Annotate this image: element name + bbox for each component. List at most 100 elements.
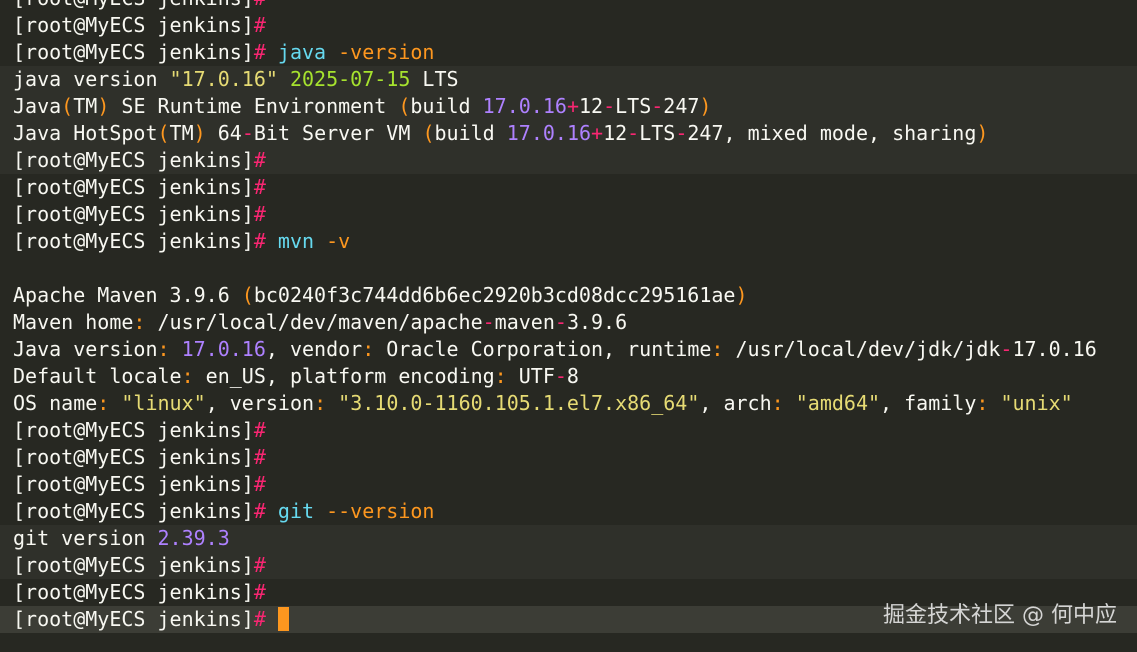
terminal-token: [root@MyECS jenkins]	[13, 40, 254, 64]
terminal-token: -version	[338, 40, 435, 64]
terminal-token: TM	[169, 121, 194, 145]
terminal-token: 12	[578, 94, 604, 118]
terminal-token: bc0240f3c744dd6b6ec2920b3cd08dcc295161ae	[253, 283, 736, 307]
terminal-token: "unix"	[1000, 391, 1073, 415]
terminal-line: [root@MyECS jenkins]# mvn -v	[0, 228, 1137, 255]
terminal-token: :	[711, 337, 724, 361]
terminal-token: -v	[326, 229, 351, 253]
terminal-token: , version	[205, 391, 315, 415]
terminal-line: java version "17.0.16" 2025-07-15 LTS	[0, 66, 1137, 93]
terminal-token: #	[253, 148, 266, 172]
terminal-token: [root@MyECS jenkins]	[13, 607, 254, 631]
terminal-token: [root@MyECS jenkins]	[13, 580, 254, 604]
terminal-token: [root@MyECS jenkins]	[13, 472, 254, 496]
terminal-token: )	[735, 283, 748, 307]
terminal-token: [root@MyECS jenkins]	[13, 175, 254, 199]
terminal-line: git version 2.39.3	[0, 525, 1137, 552]
terminal-token: Oracle Corporation, runtime	[374, 337, 712, 361]
terminal-line: [root@MyECS jenkins]#	[0, 174, 1137, 201]
terminal-line: Apache Maven 3.9.6 (bc0240f3c744dd6b6ec2…	[0, 282, 1137, 309]
terminal-token: #	[253, 607, 266, 631]
terminal-token: 2025-07-15	[289, 67, 411, 91]
terminal-token: (	[157, 121, 170, 145]
terminal-line: Java version: 17.0.16, vendor: Oracle Co…	[0, 336, 1137, 363]
terminal-line: Java HotSpot(TM) 64-Bit Server VM (build…	[0, 120, 1137, 147]
terminal-token: , arch	[699, 391, 772, 415]
terminal-token: /usr/local/dev/jdk/jdk	[723, 337, 1001, 361]
terminal-token: 247	[663, 94, 700, 118]
terminal-token: "17.0.16"	[169, 67, 278, 91]
terminal-token: [root@MyECS jenkins]	[13, 202, 254, 226]
terminal-token: 17.0.16	[1012, 337, 1097, 361]
terminal-token: 247, mixed mode, sharing	[687, 121, 977, 145]
terminal-token: )	[699, 94, 712, 118]
terminal-token: [root@MyECS jenkins]	[13, 148, 254, 172]
terminal-token: )	[976, 121, 989, 145]
terminal-token: :	[771, 391, 784, 415]
terminal-token: #	[253, 40, 266, 64]
terminal-token: #	[253, 553, 266, 577]
terminal-line: Java(TM) SE Runtime Environment (build 1…	[0, 93, 1137, 120]
terminal-token: -	[603, 94, 616, 118]
terminal-token: git version	[13, 526, 158, 550]
terminal-token: [root@MyECS jenkins]	[13, 553, 254, 577]
terminal-line: OS name: "linux", version: "3.10.0-1160.…	[0, 390, 1137, 417]
terminal-token: -	[1000, 337, 1013, 361]
terminal-token: -	[651, 94, 664, 118]
terminal-token: #	[253, 445, 266, 469]
terminal-token: OS name	[13, 391, 98, 415]
terminal-token: (	[241, 283, 254, 307]
terminal-token: Bit Server VM	[253, 121, 423, 145]
terminal-token: #	[253, 499, 266, 523]
terminal-token: +	[566, 94, 579, 118]
terminal-token: #	[253, 418, 266, 442]
terminal-token: maven	[494, 310, 555, 334]
terminal-token: en_US, platform encoding	[193, 364, 495, 388]
terminal-token: -	[241, 121, 254, 145]
terminal-line: [root@MyECS jenkins]#	[0, 471, 1137, 498]
terminal-token: -	[482, 310, 495, 334]
terminal-token: "amd64"	[795, 391, 881, 415]
terminal-token: Default locale	[13, 364, 182, 388]
terminal-token: [root@MyECS jenkins]	[13, 499, 254, 523]
terminal-token: #	[253, 472, 266, 496]
terminal-token: build	[434, 121, 507, 145]
terminal-token: Maven home	[13, 310, 134, 334]
terminal-line: [root@MyECS jenkins]#	[0, 147, 1137, 174]
terminal-token: java version	[13, 67, 170, 91]
terminal-line: [root@MyECS jenkins]#	[0, 552, 1137, 579]
terminal-token: LTS	[615, 94, 652, 118]
terminal-token: UTF	[506, 364, 555, 388]
terminal-token: (	[422, 121, 435, 145]
terminal-line: Maven home: /usr/local/dev/maven/apache-…	[0, 309, 1137, 336]
terminal-token: Java	[13, 94, 62, 118]
terminal-token: git	[265, 499, 327, 523]
terminal-window[interactable]: [root@MyECS jenkins]# [root@MyECS jenkins…	[0, 0, 1137, 652]
terminal-token: "linux"	[121, 391, 206, 415]
terminal-token: -	[554, 364, 567, 388]
terminal-token: -	[554, 310, 567, 334]
terminal-token: Java HotSpot	[13, 121, 158, 145]
terminal-token: [root@MyECS jenkins]	[13, 418, 254, 442]
terminal-token: :	[157, 337, 170, 361]
terminal-token: , family	[880, 391, 977, 415]
terminal-line: [root@MyECS jenkins]#	[0, 444, 1137, 471]
terminal-token: Java version	[13, 337, 158, 361]
terminal-line: [root@MyECS jenkins]#	[0, 201, 1137, 228]
watermark: 掘金技术社区 @ 何中应	[883, 603, 1117, 628]
terminal-output: [root@MyECS jenkins]# [root@MyECS jenkins…	[0, 0, 1137, 633]
terminal-token: 2.39.3	[157, 526, 230, 550]
terminal-token: #	[253, 175, 266, 199]
terminal-token: #	[253, 202, 266, 226]
terminal-line: Default locale: en_US, platform encoding…	[0, 363, 1137, 390]
terminal-line: [root@MyECS jenkins]# git --version	[0, 498, 1137, 525]
terminal-token: )	[97, 94, 110, 118]
terminal-token: +	[591, 121, 604, 145]
terminal-line: [root@MyECS jenkins]#	[0, 12, 1137, 39]
terminal-token: TM	[73, 94, 98, 118]
